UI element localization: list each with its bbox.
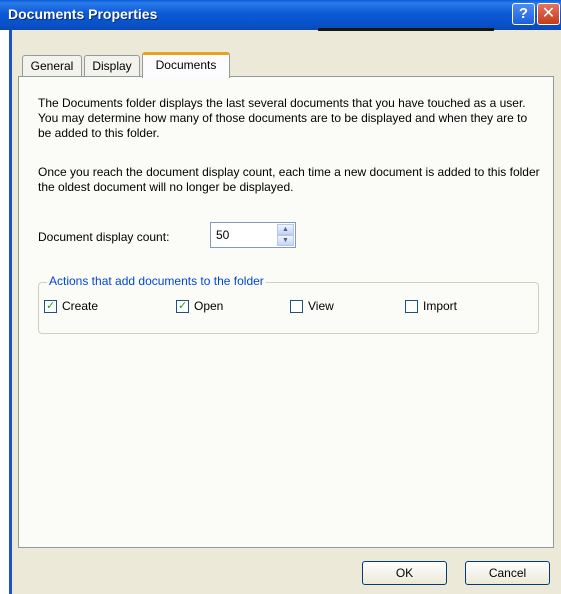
ok-button-label: OK (395, 566, 414, 580)
display-count-label: Document display count: (38, 230, 170, 244)
close-button[interactable]: ✕ (537, 3, 560, 25)
cancel-button[interactable]: Cancel (465, 561, 550, 585)
checkbox-box[interactable]: ✓ (176, 300, 189, 313)
checkbox-box[interactable] (405, 300, 418, 313)
display-count-note: Once you reach the document display coun… (38, 165, 540, 194)
dialog-window: Documents Properties ? ✕ General Display… (0, 0, 561, 594)
checkbox-label: Create (62, 299, 99, 313)
display-count-value[interactable]: 50 (216, 228, 229, 242)
tab-display[interactable]: Display (84, 55, 140, 77)
close-icon: ✕ (541, 5, 556, 22)
window-title: Documents Properties (8, 6, 158, 22)
tab-label: Documents (155, 58, 217, 72)
left-edge (0, 30, 9, 594)
title-bar[interactable]: Documents Properties ? ✕ (0, 0, 561, 31)
title-bar-strip (318, 28, 494, 31)
actions-groupbox (38, 282, 539, 334)
checkbox-box[interactable] (290, 300, 303, 313)
check-icon: ✓ (178, 300, 188, 312)
left-border (9, 30, 12, 594)
spin-down-icon[interactable]: ▼ (277, 235, 294, 246)
spin-up-icon[interactable]: ▲ (277, 224, 294, 235)
checkbox-box[interactable]: ✓ (44, 300, 57, 313)
cancel-button-label: Cancel (488, 566, 527, 580)
checkbox-label: Open (194, 299, 224, 313)
description-paragraph: The Documents folder displays the last s… (38, 96, 528, 140)
help-button[interactable]: ? (512, 3, 535, 25)
tab-label: General (30, 59, 74, 73)
checkbox-label: Import (423, 299, 458, 313)
checkbox-label: View (308, 299, 334, 313)
tab-documents[interactable]: Documents (142, 52, 230, 78)
spin-buttons: ▲ ▼ (277, 224, 294, 246)
help-icon: ? (518, 5, 529, 22)
display-count-stepper[interactable]: 50 ▲ ▼ (210, 222, 296, 248)
tab-label: Display (92, 59, 132, 73)
ok-button[interactable]: OK (362, 561, 447, 585)
check-icon: ✓ (46, 300, 56, 312)
actions-group-legend: Actions that add documents to the folder (47, 274, 266, 288)
tab-general[interactable]: General (22, 55, 82, 77)
